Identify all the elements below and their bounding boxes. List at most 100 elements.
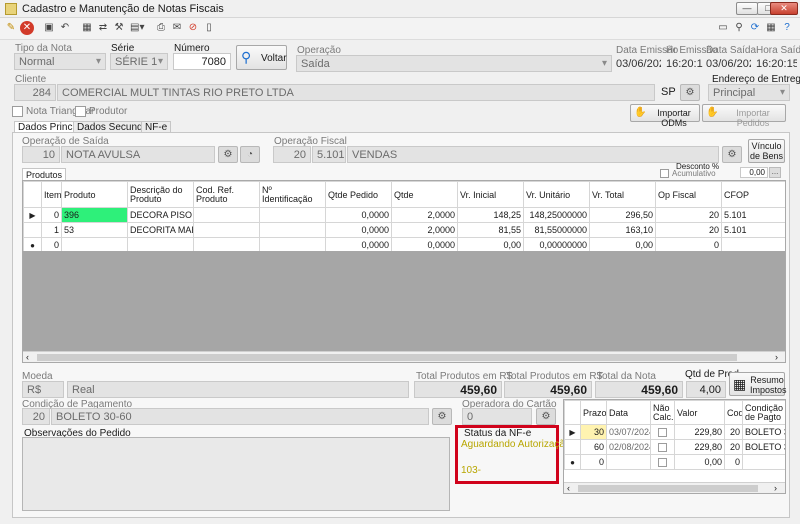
data-cell[interactable]: 02/08/2024 [606, 439, 651, 455]
parcelas-scrollbar[interactable]: ‹ › [564, 482, 785, 493]
print-icon[interactable]: ⎙ [154, 21, 168, 35]
grid-icon[interactable]: ▦ [80, 21, 94, 35]
cod-cell[interactable]: 20 [724, 424, 743, 440]
col-header[interactable]: Vr. Total [589, 181, 656, 208]
operacao-saida-value[interactable]: NOTA AVULSA [61, 146, 215, 163]
table-cell[interactable]: 163,10 [589, 222, 656, 238]
col-header[interactable]: Descrição do Produto [127, 181, 194, 208]
table-cell[interactable]: 0,0000 [325, 222, 392, 238]
row-indicator[interactable]: ▶ [564, 424, 581, 440]
print-dropdown-icon[interactable]: ▤▾ [130, 21, 144, 35]
col-header[interactable]: Vr. Unitário [523, 181, 590, 208]
data-emissao-field[interactable]: 03/06/2024 [614, 55, 662, 72]
valor-cell[interactable]: 229,80 [674, 439, 725, 455]
search-icon[interactable]: ⚲ [732, 21, 746, 35]
desconto-spinner[interactable]: … [769, 167, 781, 178]
data-saida-field[interactable]: 03/06/2024 [704, 55, 752, 72]
valor-cell[interactable]: 0,00 [674, 454, 725, 470]
valor-cell[interactable]: 229,80 [674, 424, 725, 440]
table-cell[interactable]: 20 [655, 207, 722, 223]
help-icon[interactable]: ? [780, 21, 794, 35]
table-cell[interactable]: 5.101 [721, 222, 785, 238]
serie-select[interactable]: SÉRIE 1 [110, 53, 168, 70]
col-header[interactable]: CFOP [721, 181, 785, 208]
cod-cell[interactable]: 20 [724, 439, 743, 455]
col-header[interactable]: Prazo [580, 400, 607, 425]
acumulativo-checkbox[interactable] [660, 169, 669, 178]
col-header[interactable]: Não Calc. [650, 400, 675, 425]
condicao-cell[interactable] [742, 454, 785, 470]
block-icon[interactable]: ⊘ [186, 21, 200, 35]
document-icon[interactable]: ▯ [202, 21, 216, 35]
tipo-nota-select[interactable]: Normal [14, 53, 106, 70]
operacao-saida-code[interactable]: 10 [22, 146, 60, 163]
col-header[interactable]: Cod. Ref. Produto [193, 181, 260, 208]
table-cell[interactable]: 0 [41, 207, 62, 223]
nota-triangular-checkbox[interactable] [12, 106, 23, 117]
table-cell[interactable]: 2,0000 [391, 207, 458, 223]
shuffle-icon[interactable]: ⇄ [96, 21, 110, 35]
operacao-fiscal-cfop[interactable]: 5.101 [312, 146, 346, 163]
col-header[interactable]: Op Fiscal [655, 181, 722, 208]
col-header[interactable]: Cod [724, 400, 743, 425]
operacao-fiscal-search-button[interactable]: ⚙ [722, 146, 742, 163]
observacoes-textarea[interactable] [22, 437, 450, 511]
horizontal-scrollbar[interactable]: ‹ › [23, 351, 785, 362]
operadora-search-button[interactable]: ⚙ [536, 408, 556, 425]
scroll-thumb[interactable] [37, 354, 737, 361]
fax-icon[interactable]: ✉ [170, 21, 184, 35]
table-row[interactable]: ● 0 0,00 0 [564, 454, 785, 470]
scroll-right-icon[interactable]: › [775, 352, 778, 362]
table-cell[interactable]: 148,25 [457, 207, 524, 223]
hr-emissao-field[interactable]: 16:20:15 [664, 55, 704, 72]
moeda-value[interactable]: Real [67, 381, 409, 398]
row-indicator[interactable]: ▶ [23, 207, 42, 223]
hora-saida-field[interactable]: 16:20:15 [754, 55, 798, 72]
col-header[interactable]: Data [606, 400, 651, 425]
importar-pedidos-button[interactable]: ✋ Importar Pedidos [702, 104, 786, 128]
nao-calc-checkbox[interactable] [658, 457, 667, 467]
resumo-impostos-button[interactable]: ▦ Resumo Impostos [729, 372, 787, 396]
table-cell[interactable]: DECORITA MAR... [127, 222, 194, 238]
cliente-search-button[interactable]: ⚙ [680, 84, 700, 101]
table-row[interactable]: ▶0396DECORA PISO C... 0,00002,0000148,251… [23, 207, 785, 223]
nao-calc-cell[interactable] [650, 424, 675, 440]
cod-cell[interactable]: 0 [724, 454, 743, 470]
table-cell[interactable] [193, 207, 260, 223]
cliente-code[interactable]: 284 [14, 84, 56, 101]
table-cell[interactable]: 1 [41, 222, 62, 238]
row-indicator[interactable]: ● [564, 454, 581, 470]
table-cell[interactable]: 81,55 [457, 222, 524, 238]
table-cell[interactable] [259, 222, 326, 238]
col-header[interactable]: Condição de Pagto [742, 400, 785, 425]
data-cell[interactable] [606, 454, 651, 470]
produtor-checkbox[interactable] [75, 106, 86, 117]
col-header[interactable]: Valor [674, 400, 725, 425]
table-cell[interactable]: 396 [61, 207, 128, 223]
table-cell[interactable]: 20 [655, 222, 722, 238]
close-button[interactable]: ✕ [770, 2, 798, 15]
table-cell[interactable]: 2,0000 [391, 222, 458, 238]
operacao-fiscal-value[interactable]: VENDAS [347, 146, 719, 163]
condicao-value[interactable]: BOLETO 30-60 [51, 408, 429, 425]
undo-icon[interactable]: ↶ [58, 21, 72, 35]
nao-calc-checkbox[interactable] [658, 427, 667, 437]
calculator-icon[interactable]: ▦ [764, 21, 778, 35]
prazo-cell[interactable]: 0 [580, 454, 607, 470]
row-indicator[interactable] [23, 222, 42, 238]
table-row[interactable]: 60 02/08/2024 229,80 20 BOLETO 3 [564, 439, 785, 455]
tools-icon[interactable]: ⚒ [112, 21, 126, 35]
table-cell[interactable]: 81,55000000 [523, 222, 590, 238]
operacao-fiscal-code[interactable]: 20 [273, 146, 311, 163]
operacao-select[interactable]: Saída [296, 55, 612, 72]
condicao-search-button[interactable]: ⚙ [432, 408, 452, 425]
nao-calc-cell[interactable] [650, 454, 675, 470]
col-header[interactable]: Nº Identificação [259, 181, 326, 208]
minimize-button[interactable]: — [736, 2, 758, 15]
col-header[interactable]: Item [41, 181, 62, 208]
table-cell[interactable]: 296,50 [589, 207, 656, 223]
operacao-saida-clear-button[interactable]: ◔ [240, 146, 260, 163]
numero-field[interactable]: 7080 [173, 53, 231, 70]
operadora-field[interactable]: 0 [462, 408, 532, 425]
col-header[interactable]: Vr. Inicial [457, 181, 524, 208]
